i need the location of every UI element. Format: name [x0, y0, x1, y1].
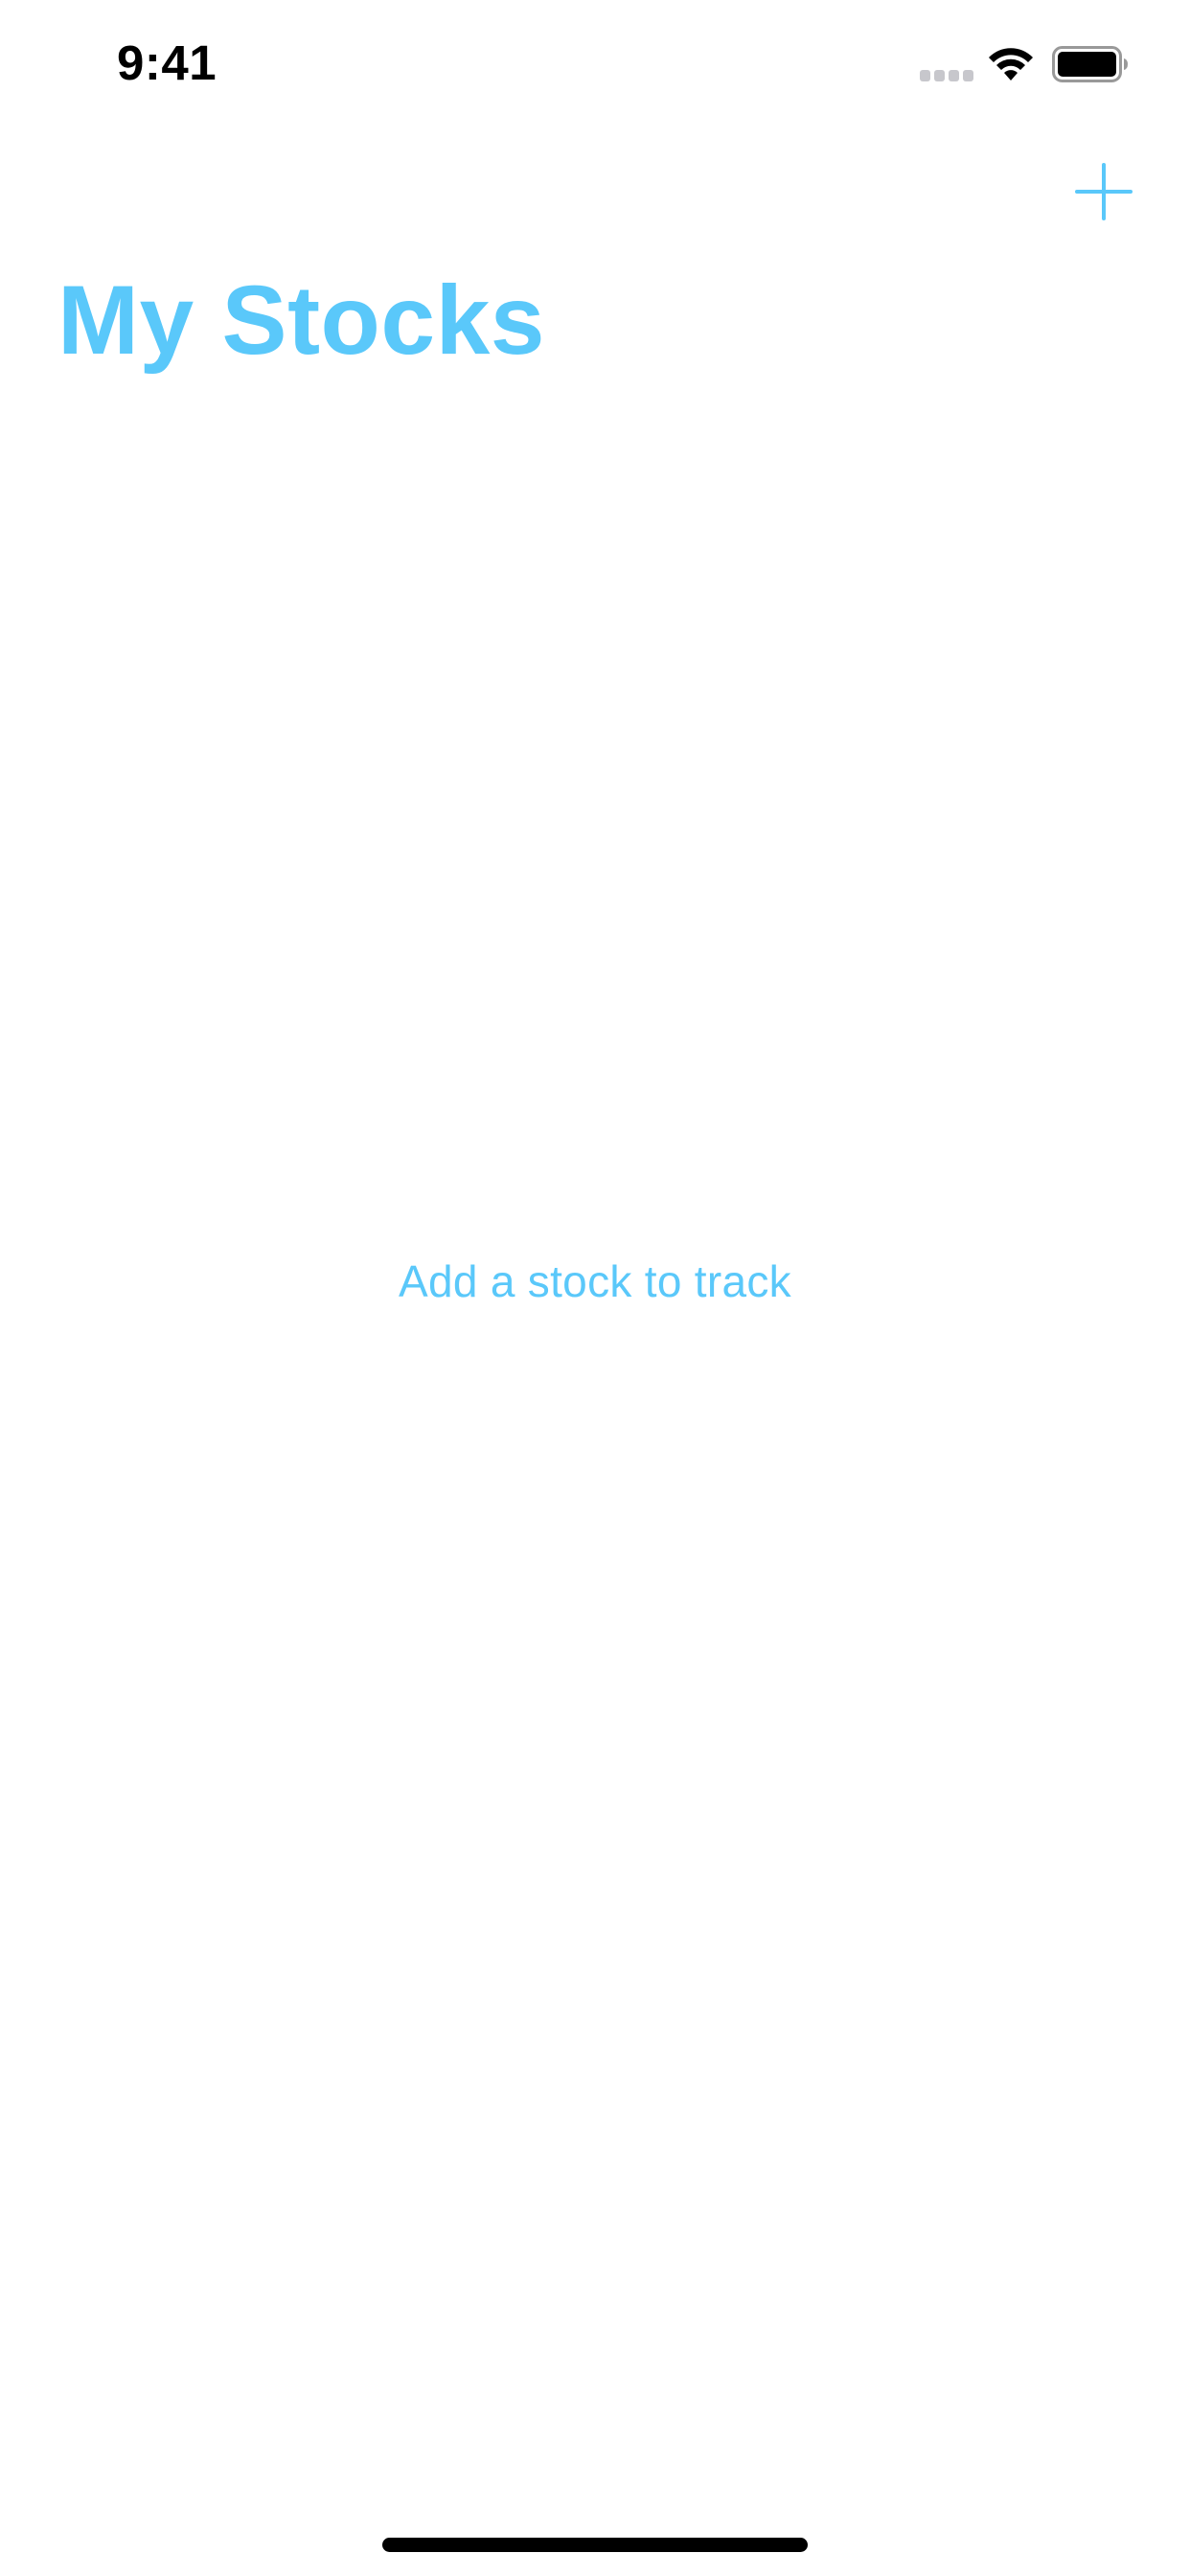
empty-state-message: Add a stock to track [399, 1256, 791, 1306]
home-indicator[interactable] [382, 2538, 808, 2552]
add-stock-button[interactable] [1069, 157, 1138, 226]
status-time: 9:41 [117, 35, 217, 90]
page-title: My Stocks [57, 265, 546, 375]
battery-icon [1052, 46, 1128, 82]
wifi-icon [989, 48, 1033, 80]
status-bar: 9:41 [0, 0, 1190, 126]
cellular-signal-icon [920, 70, 973, 81]
plus-icon [1075, 163, 1133, 220]
